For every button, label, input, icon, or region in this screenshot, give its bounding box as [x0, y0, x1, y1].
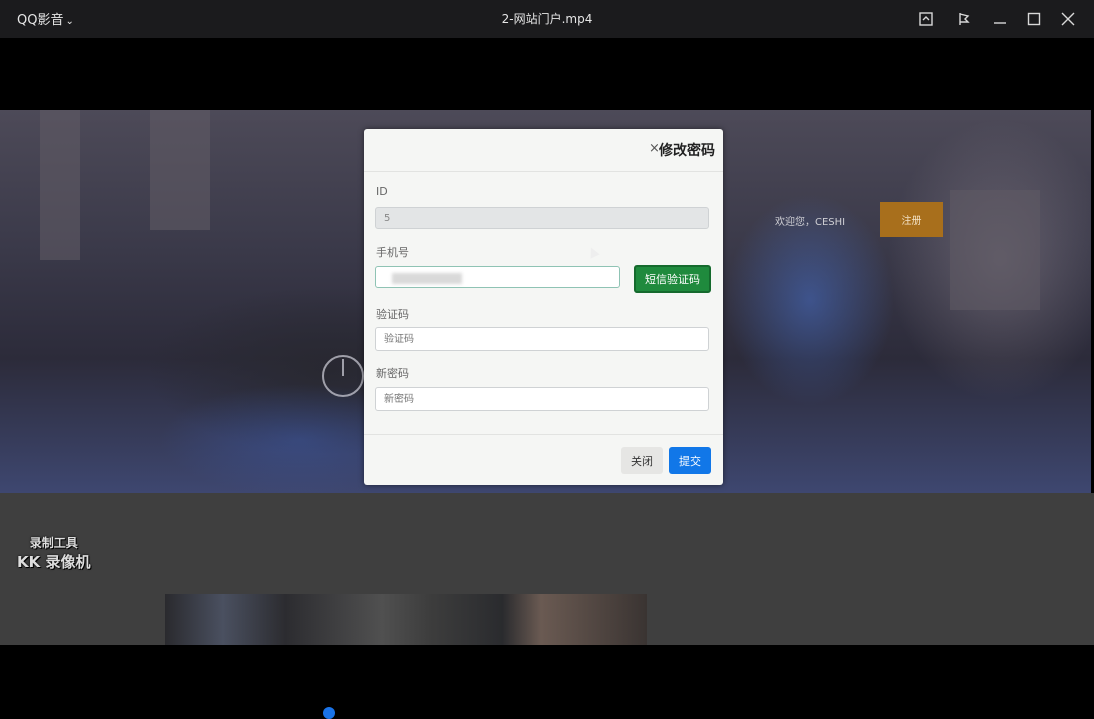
id-label: ID: [376, 185, 388, 198]
maximize-icon[interactable]: [1024, 9, 1044, 29]
code-label: 验证码: [376, 308, 409, 321]
sms-code-button[interactable]: 短信验证码: [634, 265, 711, 293]
submit-button[interactable]: 提交: [669, 447, 711, 474]
minimize-icon[interactable]: [990, 9, 1010, 29]
new-password-input[interactable]: [375, 387, 709, 411]
car-emblem: [322, 355, 364, 397]
change-password-modal: × 修改密码 ID 5 手机号 短信验证码 验证码 新密码 关闭 提交: [364, 129, 723, 485]
content-photo: [165, 594, 647, 645]
watermark-line2: KK 录像机: [17, 553, 91, 571]
close-icon[interactable]: [1058, 9, 1078, 29]
verification-code-input[interactable]: [375, 327, 709, 351]
phone-label: 手机号: [376, 246, 409, 259]
modal-footer: [364, 434, 723, 435]
pin-icon[interactable]: [954, 9, 974, 29]
phone-field[interactable]: [375, 266, 620, 288]
welcome-text: 欢迎您，CESHI: [775, 217, 846, 228]
recorder-watermark: 录制工具 KK 录像机: [17, 534, 90, 572]
register-button[interactable]: 注册: [880, 202, 943, 237]
playback-progress-handle[interactable]: [323, 707, 335, 719]
id-field: 5: [375, 207, 709, 229]
watermark-line1: 录制工具: [29, 536, 78, 550]
screenshot-icon[interactable]: [916, 9, 936, 29]
new-password-label: 新密码: [376, 367, 409, 380]
player-titlebar: QQ影音 ⌄ 2-网站门户.mp4: [0, 0, 1094, 38]
modal-title: 修改密码: [659, 143, 715, 159]
close-button[interactable]: 关闭: [621, 447, 663, 474]
redacted-phone-number: [392, 273, 462, 284]
